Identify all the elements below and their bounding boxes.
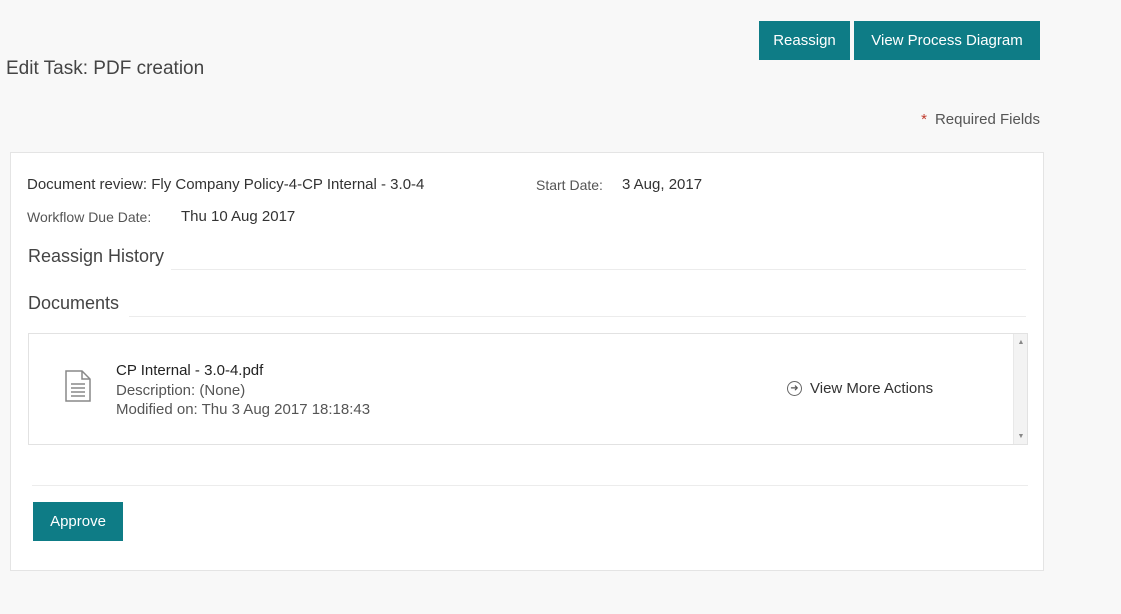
- view-more-actions-link[interactable]: ➜ View More Actions: [787, 380, 933, 397]
- scroll-down-arrow-icon[interactable]: ▼: [1014, 430, 1028, 442]
- circle-arrow-right-icon: ➜: [787, 381, 802, 396]
- documents-list: CP Internal - 3.0-4.pdf Description: (No…: [28, 333, 1028, 445]
- reassign-button[interactable]: Reassign: [759, 21, 850, 60]
- task-message: Document review: Fly Company Policy-4-CP…: [27, 176, 425, 193]
- documents-title: Documents: [28, 293, 120, 313]
- task-panel: Document review: Fly Company Policy-4-CP…: [10, 152, 1044, 571]
- reassign-history-divider: [171, 269, 1026, 270]
- actions-divider: [32, 485, 1028, 486]
- start-date-label: Start Date:: [536, 177, 603, 193]
- document-description: Description: (None): [116, 382, 246, 399]
- required-star: *: [921, 111, 927, 128]
- reassign-history-title: Reassign History: [28, 246, 165, 266]
- required-fields-label: Required Fields: [934, 111, 1040, 128]
- view-process-diagram-button[interactable]: View Process Diagram: [854, 21, 1040, 60]
- start-date-value: 3 Aug, 2017: [622, 176, 703, 193]
- document-modified: Modified on: Thu 3 Aug 2017 18:18:43: [116, 401, 371, 418]
- documents-scrollbar[interactable]: ▲ ▼: [1013, 334, 1027, 444]
- document-icon: [65, 370, 91, 407]
- documents-divider: [129, 316, 1026, 317]
- edit-task-page: Reassign View Process Diagram Edit Task:…: [0, 0, 1121, 614]
- required-fields-note: * Required Fields: [921, 111, 1040, 128]
- scroll-up-arrow-icon[interactable]: ▲: [1014, 336, 1028, 348]
- page-title: Edit Task: PDF creation: [6, 58, 205, 79]
- view-more-actions-label: View More Actions: [810, 380, 934, 397]
- approve-button[interactable]: Approve: [33, 502, 123, 541]
- due-date-label: Workflow Due Date:: [27, 209, 152, 225]
- document-name-link[interactable]: CP Internal - 3.0-4.pdf: [116, 362, 263, 379]
- due-date-value: Thu 10 Aug 2017: [181, 208, 296, 225]
